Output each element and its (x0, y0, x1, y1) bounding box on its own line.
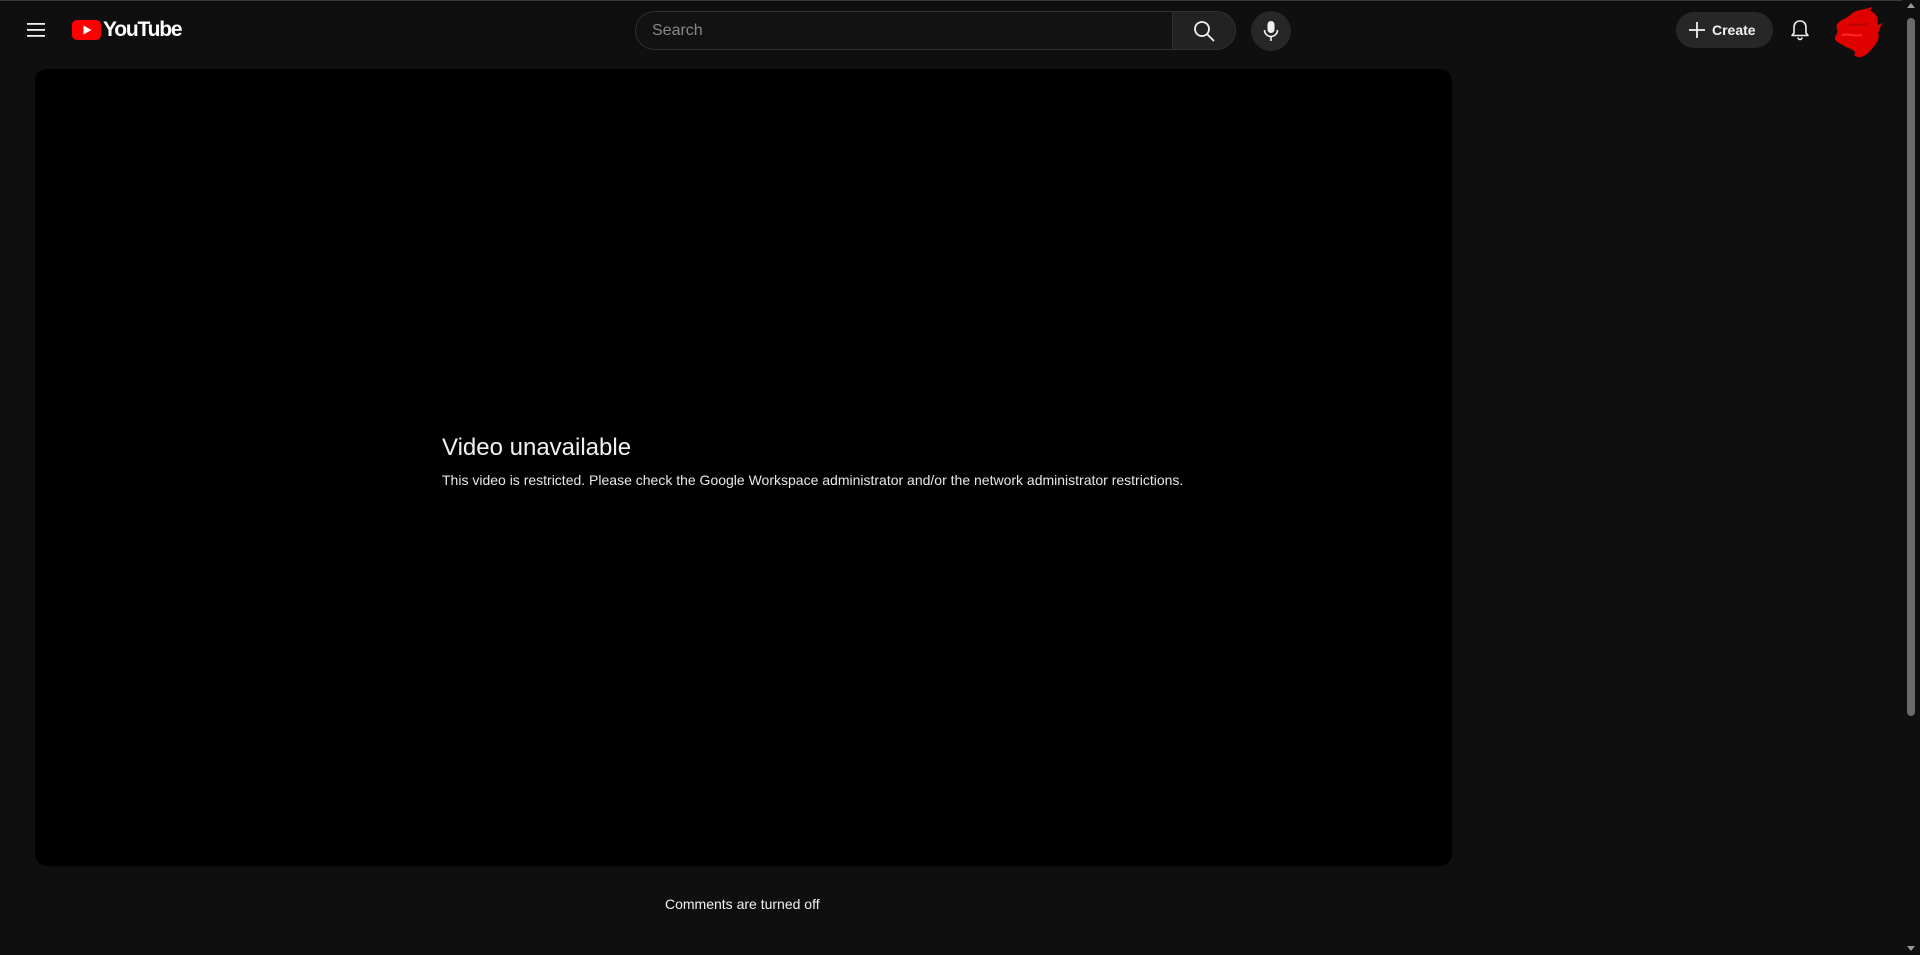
create-label: Create (1712, 22, 1756, 38)
search-button[interactable] (1172, 11, 1236, 50)
search-input[interactable] (636, 12, 1172, 49)
hamburger-menu-icon (27, 23, 45, 37)
player-error: Video unavailable This video is restrict… (442, 434, 1292, 488)
youtube-logo[interactable]: YouTube (72, 18, 183, 42)
notifications-button[interactable] (1780, 10, 1820, 50)
avatar-scribble (1834, 7, 1882, 58)
comments-status: Comments are turned off (665, 896, 820, 912)
scroll-down-arrow[interactable] (1907, 946, 1915, 951)
video-player[interactable]: Video unavailable This video is restrict… (35, 69, 1452, 866)
guide-menu-button[interactable] (16, 10, 56, 50)
create-button[interactable]: Create (1676, 12, 1773, 48)
error-message: This video is restricted. Please check t… (442, 472, 1184, 488)
bell-icon (1791, 20, 1809, 41)
scroll-thumb[interactable] (1907, 18, 1915, 716)
search-icon (1194, 20, 1215, 41)
avatar[interactable] (1828, 5, 1884, 65)
top-bar: YouTube Create (0, 0, 1902, 58)
plus-icon (1689, 22, 1705, 38)
search-box[interactable] (635, 11, 1172, 50)
logo-wordmark: YouTube (103, 18, 183, 41)
microphone-icon (1263, 21, 1279, 41)
page-scrollbar[interactable] (1902, 0, 1920, 955)
youtube-play-icon (72, 20, 101, 40)
error-title: Video unavailable (442, 434, 632, 461)
voice-search-button[interactable] (1251, 11, 1291, 51)
scroll-up-arrow[interactable] (1907, 3, 1915, 8)
